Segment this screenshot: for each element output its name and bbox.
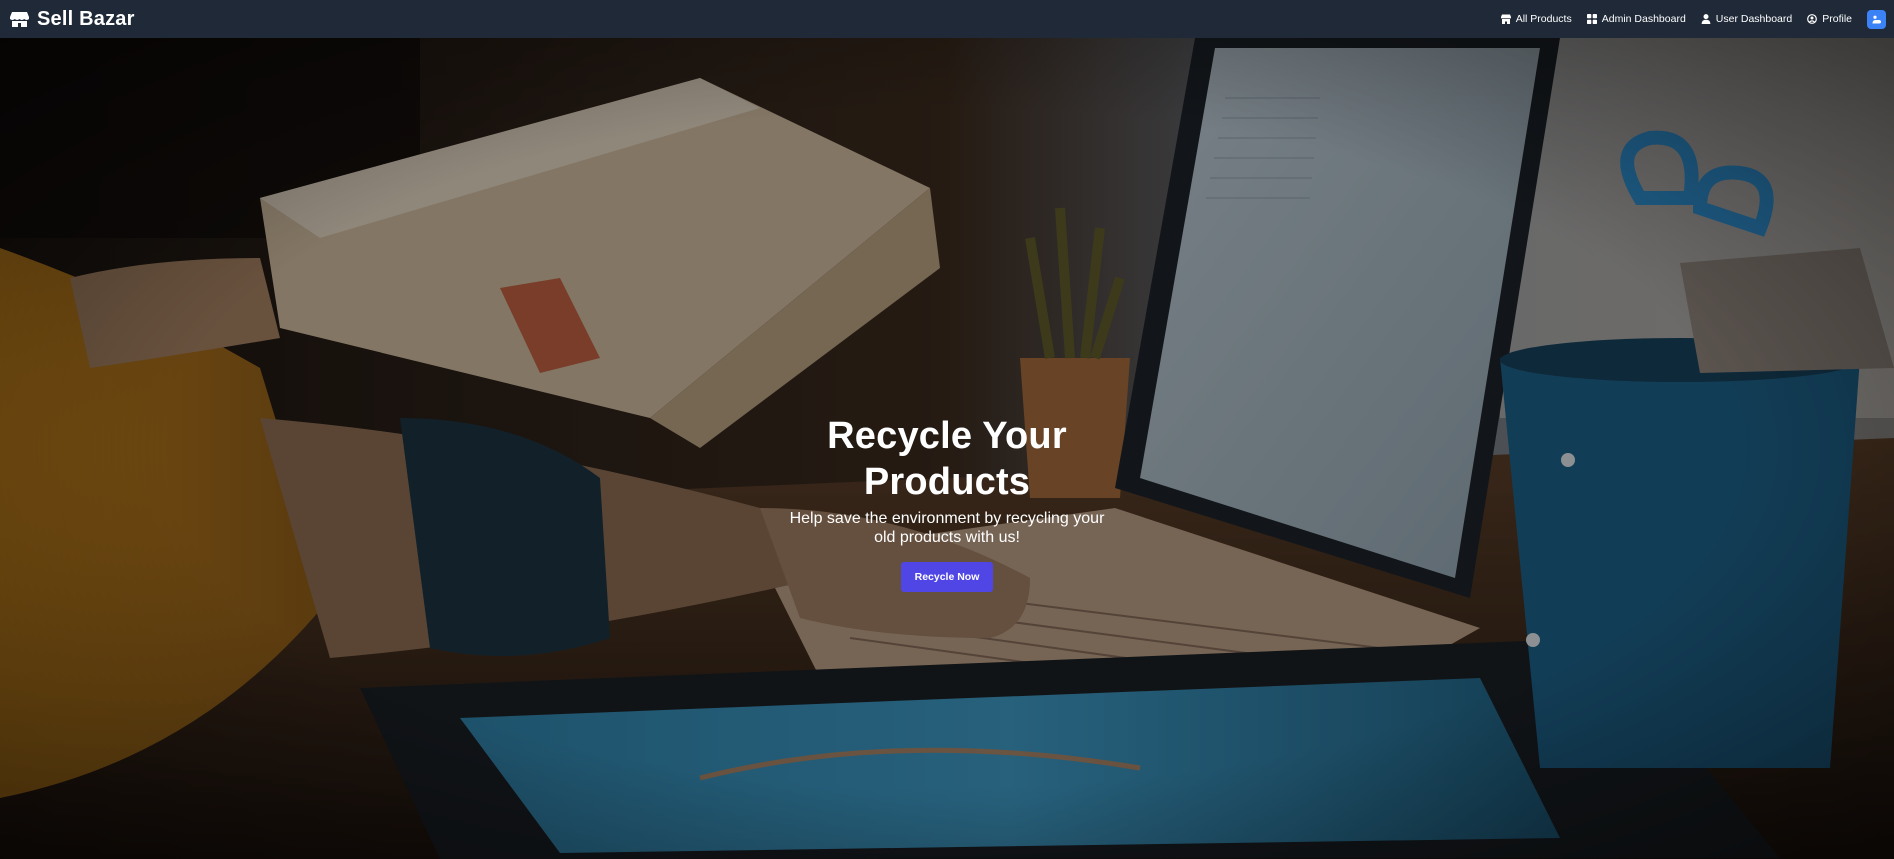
hero-title: Recycle Your Products bbox=[827, 415, 1067, 503]
theme-toggle-button[interactable] bbox=[1867, 9, 1886, 29]
nav-link-admin-dashboard[interactable]: Admin Dashboard bbox=[1586, 13, 1686, 25]
hero-section: Recycle Your Products Help save the envi… bbox=[0, 38, 1894, 859]
hero-content: Recycle Your Products Help save the envi… bbox=[747, 413, 1147, 592]
recycle-now-button[interactable]: Recycle Now bbox=[900, 562, 994, 592]
store-icon bbox=[10, 11, 29, 28]
nav-link-user-dashboard[interactable]: User Dashboard bbox=[1701, 13, 1792, 25]
brand-link[interactable]: Sell Bazar bbox=[10, 8, 135, 31]
hero-subtitle: Help save the environment by recycling y… bbox=[789, 510, 1105, 546]
navbar: Sell Bazar All Products Admin Dashboard … bbox=[0, 0, 1894, 38]
user-icon bbox=[1701, 14, 1711, 24]
toggle-icon bbox=[1871, 14, 1882, 25]
grid-icon bbox=[1586, 14, 1597, 24]
brand-name: Sell Bazar bbox=[37, 7, 135, 30]
nav-link-label: Profile bbox=[1822, 13, 1852, 25]
nav-link-label: Admin Dashboard bbox=[1601, 13, 1686, 25]
nav-link-all-products[interactable]: All Products bbox=[1500, 13, 1572, 25]
nav-link-label: User Dashboard bbox=[1715, 13, 1793, 25]
user-circle-icon bbox=[1807, 14, 1818, 24]
nav-link-label: All Products bbox=[1515, 13, 1572, 25]
nav-link-profile[interactable]: Profile bbox=[1807, 13, 1852, 25]
nav-links: All Products Admin Dashboard User Dashbo… bbox=[1486, 9, 1886, 29]
store-icon bbox=[1500, 14, 1511, 24]
